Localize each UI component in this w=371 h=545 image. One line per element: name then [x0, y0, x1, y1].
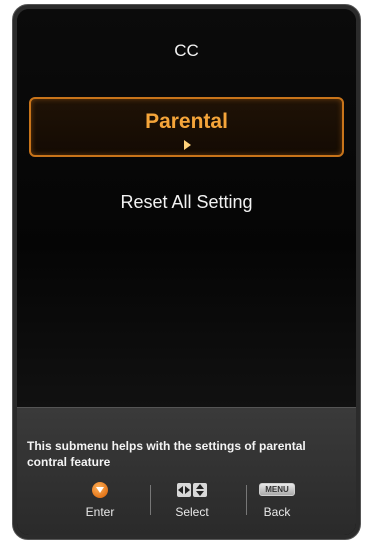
back-label: Back [263, 505, 291, 519]
left-right-arrow-icon [177, 482, 191, 497]
control-legend: Enter Select MENU Back [17, 481, 356, 531]
menu-item-parental-label: Parental [145, 110, 228, 133]
up-down-arrow-icon [193, 482, 207, 497]
submenu-arrow-icon [183, 140, 191, 150]
divider [150, 485, 151, 515]
select-control[interactable]: Select [152, 481, 232, 519]
tv-menu-panel: CC Parental Reset All Setting This subme… [17, 9, 356, 535]
enter-control[interactable]: Enter [60, 481, 140, 519]
menu-key-icon: MENU [259, 483, 295, 497]
menu-item-cc[interactable]: CC [17, 41, 356, 61]
enter-label: Enter [85, 505, 115, 519]
back-control[interactable]: MENU Back [237, 481, 317, 519]
menu-item-reset-all-setting[interactable]: Reset All Setting [17, 192, 356, 213]
enter-icon [92, 481, 108, 498]
help-panel: This submenu helps with the settings of … [17, 407, 356, 535]
menu-item-parental[interactable]: Parental [29, 97, 344, 157]
select-label: Select [175, 505, 209, 519]
tv-menu-frame: CC Parental Reset All Setting This subme… [12, 4, 361, 540]
menu-list: CC Parental Reset All Setting [17, 9, 356, 407]
help-text: This submenu helps with the settings of … [27, 439, 306, 469]
